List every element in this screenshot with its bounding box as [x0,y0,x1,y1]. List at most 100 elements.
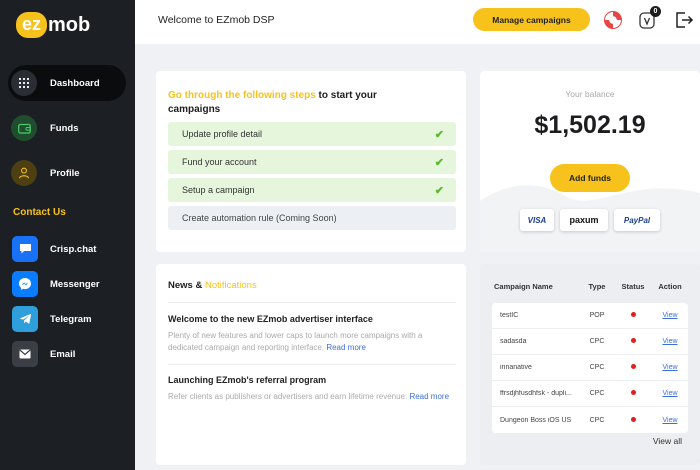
table-body: testIC POP View sadasda CPC View irinana… [492,303,688,433]
col-type: Type [580,282,614,291]
campaign-name: irinanative [492,364,580,371]
col-campaign-name: Campaign Name [492,282,580,291]
table-row: irinanative CPC View [492,355,688,381]
news-item-body: Plenty of new features and lower caps to… [168,330,450,354]
news-item-heading: Welcome to the new EZmob advertiser inte… [168,314,373,324]
campaign-name: ffrsdjhfusdhfsk - dupli... [492,390,580,397]
paypal-logo: PayPal [614,209,660,231]
view-link[interactable]: View [662,390,677,397]
add-funds-button[interactable]: Add funds [550,164,630,192]
step-fund-account[interactable]: Fund your account ✔ [168,150,456,174]
user-icon [11,160,37,186]
welcome-text: Welcome to EZmob DSP [158,14,275,26]
step-update-profile[interactable]: Update profile detail ✔ [168,122,456,146]
logout-icon[interactable] [673,9,695,31]
step-label: Fund your account [182,157,257,167]
campaign-name: sadasda [492,338,580,345]
sidebar-item-label: Dashboard [50,78,100,89]
col-status: Status [614,282,652,291]
status-dot [614,364,652,371]
campaign-type: CPC [580,364,614,371]
ezmob-logo[interactable]: ez mob [16,12,90,38]
contact-label: Messenger [50,279,100,290]
col-action: Action [652,282,688,291]
news-title: News & Notifications [168,280,257,291]
news-item-body: Refer clients as publishers or advertise… [168,391,450,403]
status-dot [614,312,652,319]
campaigns-card: Campaign Name Type Status Action testIC … [480,264,700,465]
table-header: Campaign Name Type Status Action [492,274,688,298]
campaign-name: testIC [492,312,580,319]
balance-card: Your balance $1,502.19 Add funds VISA pa… [480,71,700,252]
view-all-link[interactable]: View all [653,436,682,446]
view-link[interactable]: View [662,338,677,345]
balance-label: Your balance [480,89,700,99]
notification-bell-icon[interactable]: 0 [637,9,659,31]
campaign-type: CPC [580,390,614,397]
top-header: Welcome to EZmob DSP Manage campaigns 0 [135,0,700,44]
read-more-link[interactable]: Read more [409,392,449,401]
table-row: sadasda CPC View [492,329,688,355]
campaign-name: Dungeon Boss iOS US [492,417,580,424]
onboarding-steps-card: Go through the following steps to start … [156,71,466,252]
campaign-type: POP [580,312,614,319]
check-icon: ✔ [435,156,444,169]
chat-icon [12,236,38,262]
balance-amount: $1,502.19 [480,111,700,140]
news-body-text: Plenty of new features and lower caps to… [168,331,422,352]
wallet-icon [11,115,37,141]
sidebar-item-funds[interactable]: Funds [8,110,126,146]
table-row: testIC POP View [492,303,688,329]
step-label: Create automation rule (Coming Soon) [182,213,337,223]
contact-label: Email [50,349,75,360]
sidebar-item-label: Profile [50,168,80,179]
divider [168,364,456,365]
contact-telegram[interactable]: Telegram [12,306,92,332]
contact-email[interactable]: Email [12,341,75,367]
view-link[interactable]: View [662,417,677,424]
table-row: Dungeon Boss iOS US CPC View [492,407,688,433]
status-dot [614,417,652,424]
notification-badge: 0 [650,6,661,17]
telegram-icon [12,306,38,332]
sidebar: ez mob Dashboard Funds [0,0,135,470]
sidebar-item-dashboard[interactable]: Dashboard [8,65,126,101]
contact-messenger[interactable]: Messenger [12,271,100,297]
sidebar-item-label: Funds [50,123,79,134]
email-icon [12,341,38,367]
status-dot [614,338,652,345]
support-lifebuoy-icon[interactable] [602,9,624,31]
news-title-highlight: Notifications [205,280,257,291]
messenger-icon [12,271,38,297]
contact-label: Telegram [50,314,92,325]
manage-campaigns-button[interactable]: Manage campaigns [473,8,590,31]
paxum-logo: paxum [560,209,608,231]
status-dot [614,390,652,397]
grid-icon [11,70,37,96]
step-setup-campaign[interactable]: Setup a campaign ✔ [168,178,456,202]
contact-label: Crisp.chat [50,244,96,255]
read-more-link[interactable]: Read more [326,343,366,352]
logo-ez: ez [16,12,47,38]
logo-mob: mob [48,13,90,37]
steps-title: Go through the following steps to start … [168,89,398,117]
step-automation-rule[interactable]: Create automation rule (Coming Soon) [168,206,456,230]
campaigns-table: Campaign Name Type Status Action testIC … [492,274,688,433]
payment-methods: VISA paxum PayPal [520,209,660,231]
steps-title-highlight: Go through the following steps [168,90,316,101]
table-row: ffrsdjhfusdhfsk - dupli... CPC View [492,381,688,407]
contact-us-title: Contact Us [13,207,66,218]
view-link[interactable]: View [662,364,677,371]
contact-crisp[interactable]: Crisp.chat [12,236,96,262]
campaign-type: CPC [580,338,614,345]
view-link[interactable]: View [662,312,677,319]
check-icon: ✔ [435,184,444,197]
news-title-main: News & [168,280,205,291]
step-label: Update profile detail [182,129,262,139]
campaign-type: CPC [580,417,614,424]
visa-logo: VISA [520,209,554,231]
check-icon: ✔ [435,128,444,141]
news-item-heading: Launching EZmob's referral program [168,375,326,385]
sidebar-item-profile[interactable]: Profile [8,155,126,191]
news-body-text: Refer clients as publishers or advertise… [168,392,409,401]
